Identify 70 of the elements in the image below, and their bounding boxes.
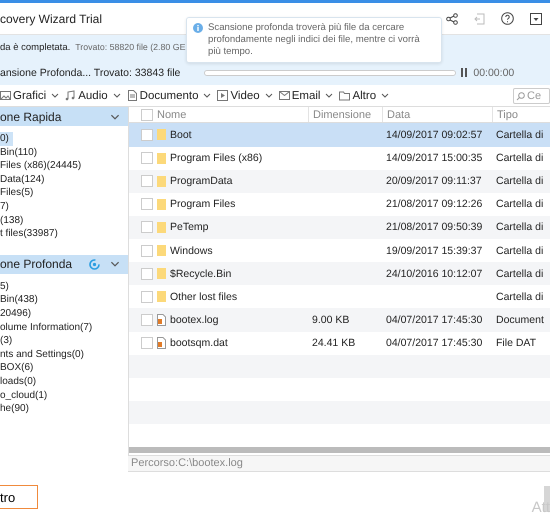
deep-scan-status: ansione Profonda... Trovato: 33843 file bbox=[0, 66, 180, 78]
file-date: 14/09/2017 09:02:57 bbox=[386, 128, 482, 141]
file-date: 14/09/2017 15:00:35 bbox=[386, 152, 482, 164]
tree-item[interactable]: (3) bbox=[0, 334, 16, 348]
file-date: 21/08/2017 09:12:26 bbox=[386, 198, 482, 210]
tree-item[interactable]: Files (x86)(24445) bbox=[0, 159, 86, 173]
file-type: Cartella di bbox=[496, 198, 544, 210]
filter-menu[interactable]: Video bbox=[217, 90, 273, 102]
tree-item[interactable]: he(90) bbox=[0, 402, 33, 416]
tree-item[interactable]: t files(33987) bbox=[0, 227, 62, 241]
file-name: bootex.log bbox=[170, 314, 218, 326]
scan-status: da è completata. bbox=[0, 42, 70, 52]
file-type: Cartella di bbox=[496, 244, 544, 257]
file-type: Cartella di bbox=[496, 290, 544, 303]
column-header[interactable]: Tipo bbox=[493, 107, 550, 122]
file-date: 24/10/2016 10:12:07 bbox=[386, 268, 482, 280]
tree-item[interactable]: 20496) bbox=[0, 306, 36, 321]
column-header[interactable]: Dimensione bbox=[309, 107, 383, 122]
file-type: Cartella di bbox=[496, 152, 544, 164]
section-header[interactable]: one Rapida bbox=[0, 107, 128, 126]
elapsed-time: 00:00:00 bbox=[473, 66, 514, 78]
tree-item[interactable]: Bin(110) bbox=[0, 146, 42, 160]
tooltip-text: Scansione profonda troverà più file da cercare profondamente negli indici dei file, mentre ci vorrà più tempo. bbox=[208, 22, 421, 58]
tree-item[interactable]: Bin(438) bbox=[0, 293, 42, 307]
window-title: covery Wizard Trial bbox=[0, 12, 102, 26]
tree-item[interactable]: (138) bbox=[0, 214, 28, 228]
file-name: Program Files (x86) bbox=[170, 152, 262, 164]
tree-item[interactable]: Data(124) bbox=[0, 172, 48, 186]
file-type: Cartella di bbox=[496, 268, 544, 280]
file-name: ProgramData bbox=[170, 175, 232, 188]
filter-menu[interactable]: Grafici bbox=[0, 90, 60, 102]
file-date: 04/07/2017 17:45:30 bbox=[386, 314, 482, 326]
file-name: bootsqm.dat bbox=[170, 337, 228, 350]
file-size: 24.41 KB bbox=[312, 337, 356, 350]
found-count: Trovato: 58820 file (2.80 GE bbox=[75, 42, 186, 52]
file-name: Boot bbox=[170, 128, 192, 141]
file-size: 9.00 KB bbox=[312, 314, 350, 326]
file-type: File DAT bbox=[496, 337, 536, 350]
tree-item[interactable]: 7) bbox=[0, 200, 13, 214]
filter-menu[interactable]: Altro bbox=[339, 90, 390, 102]
tree-item[interactable]: olume Information(7) bbox=[0, 320, 96, 334]
file-name: Program Files bbox=[170, 198, 236, 210]
path-bar: Percorso:C:\bootex.log bbox=[128, 455, 550, 472]
filter-menu[interactable]: Email bbox=[278, 90, 334, 102]
filter-menu[interactable]: Documento bbox=[126, 90, 212, 102]
section-header[interactable]: one Profonda bbox=[0, 254, 128, 274]
column-header[interactable]: Data bbox=[383, 107, 493, 122]
action-button[interactable]: tro bbox=[0, 485, 38, 509]
tree-item[interactable]: 5) bbox=[0, 280, 13, 294]
tree-item[interactable]: 0) bbox=[0, 132, 13, 146]
file-date: 19/09/2017 15:39:37 bbox=[386, 244, 482, 257]
tree-item[interactable]: nts and Settings(0) bbox=[0, 348, 88, 362]
file-type: Document bbox=[496, 314, 544, 326]
tree-item[interactable]: BOX(6) bbox=[0, 361, 38, 375]
file-date: 21/08/2017 09:50:39 bbox=[386, 221, 482, 234]
file-date: 04/07/2017 17:45:30 bbox=[386, 337, 482, 350]
file-date: 20/09/2017 09:11:37 bbox=[386, 175, 482, 188]
tree-item[interactable]: Files(5) bbox=[0, 186, 38, 200]
search-field[interactable]: Ce bbox=[513, 88, 550, 104]
file-type: Cartella di bbox=[496, 128, 544, 141]
file-name: Windows bbox=[170, 244, 213, 257]
file-name: Other lost files bbox=[170, 290, 238, 303]
file-name: PeTemp bbox=[170, 221, 209, 234]
file-type: Cartella di bbox=[496, 175, 544, 188]
column-header[interactable]: Nome bbox=[129, 107, 309, 122]
file-name: $Recycle.Bin bbox=[170, 268, 232, 280]
filter-menu[interactable]: Audio bbox=[65, 90, 121, 102]
file-type: Cartella di bbox=[496, 221, 544, 234]
tree-item[interactable]: loads(0) bbox=[0, 374, 40, 388]
tree-item[interactable]: o_cloud(1) bbox=[0, 388, 52, 402]
